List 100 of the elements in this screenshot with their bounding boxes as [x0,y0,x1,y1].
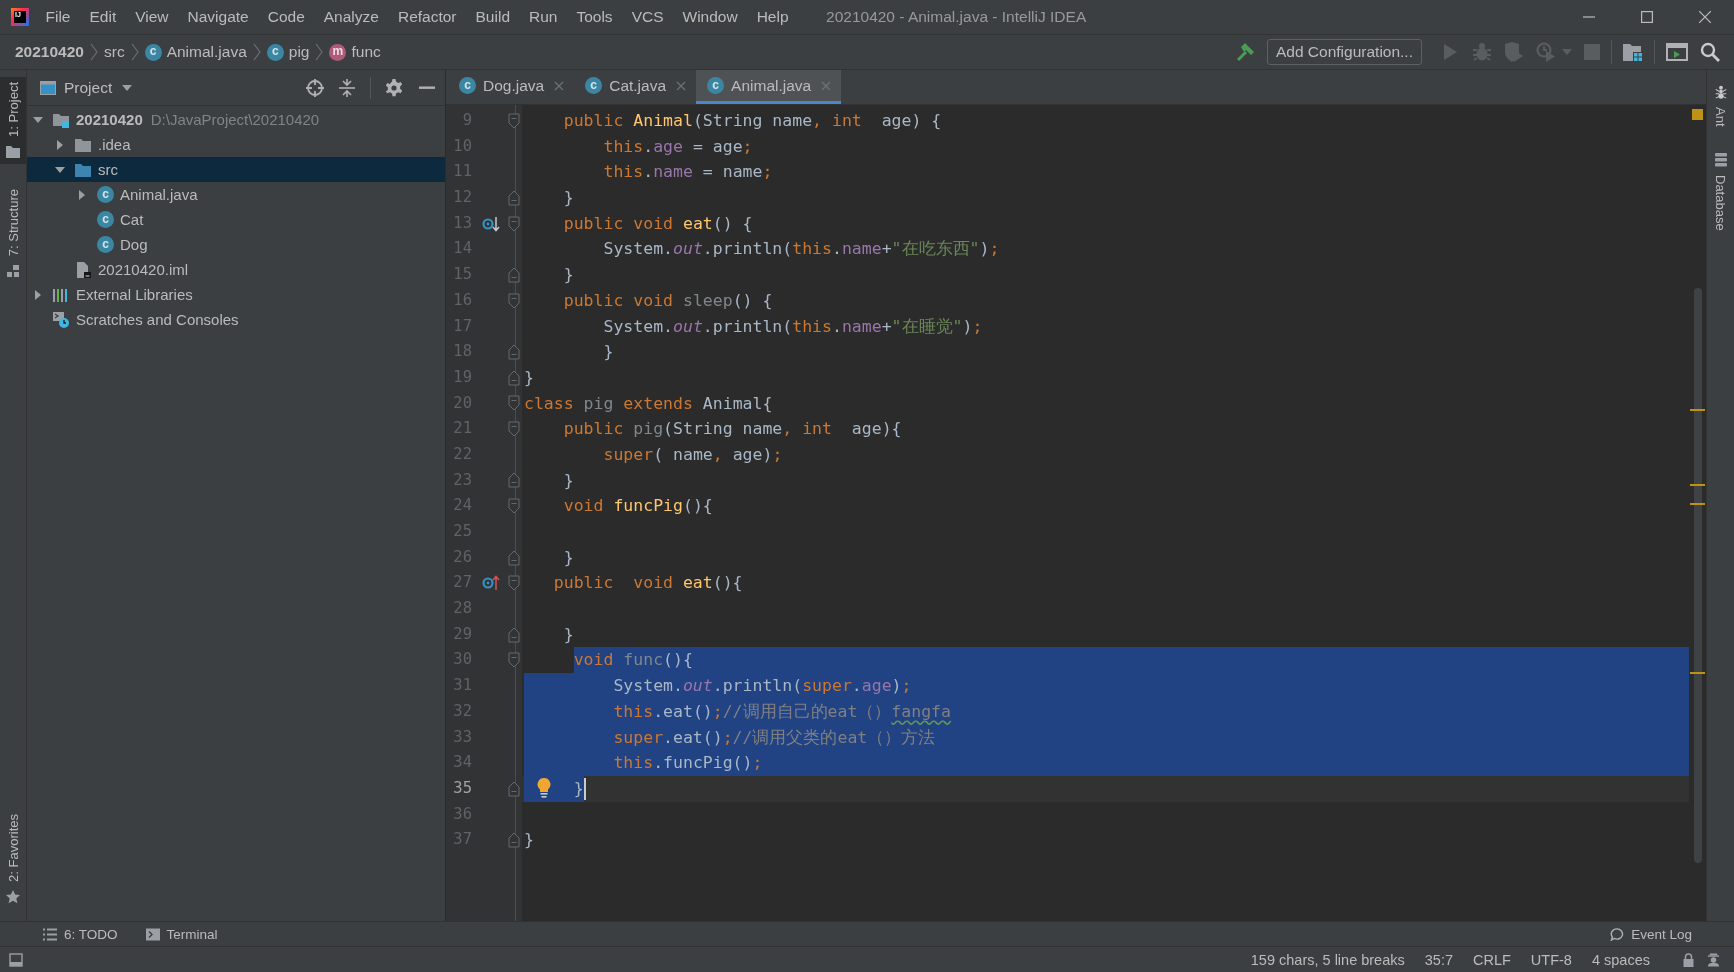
chevron-icon [252,43,261,61]
menu-item[interactable]: Window [673,8,748,26]
settings-icon[interactable] [385,78,403,97]
collapse-icon[interactable] [338,78,356,97]
hammer-icon[interactable] [1235,42,1255,62]
fold-marker-icon[interactable] [508,215,520,232]
menu-item[interactable]: Analyze [314,8,389,26]
status-item[interactable]: 35:7 [1424,951,1453,968]
code-line: } [524,829,534,852]
blocks-icon [6,264,20,279]
status-item[interactable]: CRLF [1473,951,1511,968]
editor-tab[interactable]: c Dog.java [448,70,575,104]
class-icon: c [459,77,476,94]
code-line: class pig extends Animal{ [524,392,773,415]
tree-item[interactable]: 20210420.iml [27,257,445,282]
fold-marker-icon[interactable] [508,292,520,309]
fold-marker-icon[interactable] [508,498,520,515]
fold-marker-icon[interactable] [508,549,520,566]
close-icon[interactable] [554,80,565,91]
person-icon[interactable] [1707,952,1720,967]
class-icon: c [707,77,725,94]
fold-marker-icon[interactable] [508,189,520,206]
menu-item[interactable]: Edit [80,8,126,26]
tree-item[interactable]: External Libraries [27,282,445,307]
tree-item[interactable]: 20210420 D:\JavaProject\20210420 [27,107,445,132]
fold-marker-icon[interactable] [508,266,520,283]
scrollbar-thumb[interactable] [1694,288,1702,863]
tree-item[interactable]: Scratches and Consoles [27,307,445,332]
menu-item[interactable]: Refactor [388,8,467,26]
tree-item[interactable]: .idea [27,132,445,157]
fold-marker-icon[interactable] [508,472,520,489]
square-icon[interactable] [9,952,23,967]
breadcrumb[interactable]: c pig [266,43,310,61]
editor-tab[interactable]: c Cat.java [574,70,697,104]
menu-item[interactable]: Tools [566,8,623,26]
tool-window-button[interactable]: Event Log [1610,926,1692,942]
padlock-icon[interactable] [1682,952,1695,967]
module-folder-icon [53,111,69,128]
minimize-icon[interactable] [419,85,435,90]
maximize-icon[interactable] [1641,11,1653,23]
menu-item[interactable]: Run [519,8,567,26]
class-icon: c [585,77,603,94]
library-bars-icon [53,286,69,303]
status-item[interactable]: 4 spaces [1591,951,1650,968]
tool-window-button[interactable]: Ant [1707,80,1734,132]
close-icon[interactable] [676,80,687,91]
database-icon [1713,152,1728,167]
code-line: super( name, age); [603,443,783,466]
fold-marker-icon[interactable] [508,112,520,129]
status-item[interactable]: UTF-8 [1530,951,1572,968]
search-icon[interactable] [1700,42,1720,62]
panel-title[interactable]: Project [64,78,113,97]
tool-window-button[interactable]: Database [1707,147,1734,236]
crosshair-icon[interactable] [306,78,324,97]
tree-item[interactable]: c Animal.java [27,182,445,207]
menu-item[interactable]: VCS [622,8,673,26]
breadcrumb[interactable]: 20210420 [15,43,84,61]
caret-down-icon[interactable] [122,84,133,91]
menu-item[interactable]: Build [466,8,520,26]
tool-window-button[interactable]: 2: Favorites [0,809,26,909]
breadcrumb[interactable]: m func [329,43,381,61]
ring-down-arrow-icon[interactable] [482,215,500,232]
code-line: System.out.println(this.name+"在吃东西"); [603,238,1000,261]
line-number: 35 [452,777,472,799]
tree-item[interactable]: src [27,157,445,182]
tree-item[interactable]: c Dog [27,232,445,257]
fold-marker-icon[interactable] [508,832,520,849]
tool-window-button[interactable]: Terminal [145,926,218,942]
fold-marker-icon[interactable] [508,344,520,361]
close-icon[interactable] [1699,11,1711,23]
editor-tab[interactable]: c Animal.java [696,70,842,104]
window-play-icon[interactable] [1666,43,1688,61]
menu-item[interactable]: File [36,8,80,26]
fold-marker-icon[interactable] [508,780,520,797]
ant-icon [1713,85,1728,99]
folder-icon [6,144,20,159]
tool-window-button[interactable]: 1: Project [0,77,26,164]
fold-marker-icon[interactable] [508,421,520,438]
fold-marker-icon[interactable] [508,575,520,592]
ring-up-arrow-icon[interactable] [482,575,500,592]
fold-marker-icon[interactable] [508,395,520,412]
code-line: public void eat() { [563,212,753,235]
status-item: 159 chars, 5 line breaks [1250,951,1405,968]
folder-grid-icon[interactable] [1623,42,1643,62]
lightbulb-icon[interactable] [537,777,551,798]
fold-marker-icon[interactable] [508,652,520,669]
breadcrumb[interactable]: c Animal.java [144,43,247,61]
breadcrumb[interactable]: src [103,43,125,61]
chevron-icon [315,43,324,61]
menu-item[interactable]: View [125,8,179,26]
fold-marker-icon[interactable] [508,626,520,643]
tree-item[interactable]: c Cat [27,207,445,232]
fold-marker-icon[interactable] [508,369,520,386]
tool-window-button[interactable]: 7: Structure [0,183,26,284]
menu-item[interactable]: Help [747,8,799,26]
menu-item[interactable]: Navigate [178,8,259,26]
menu-item[interactable]: Code [258,8,315,26]
run-configuration-button[interactable]: Add Configuration... [1267,39,1422,65]
chevron-icon [130,43,139,61]
tool-window-button[interactable]: 6: TODO [43,926,118,942]
